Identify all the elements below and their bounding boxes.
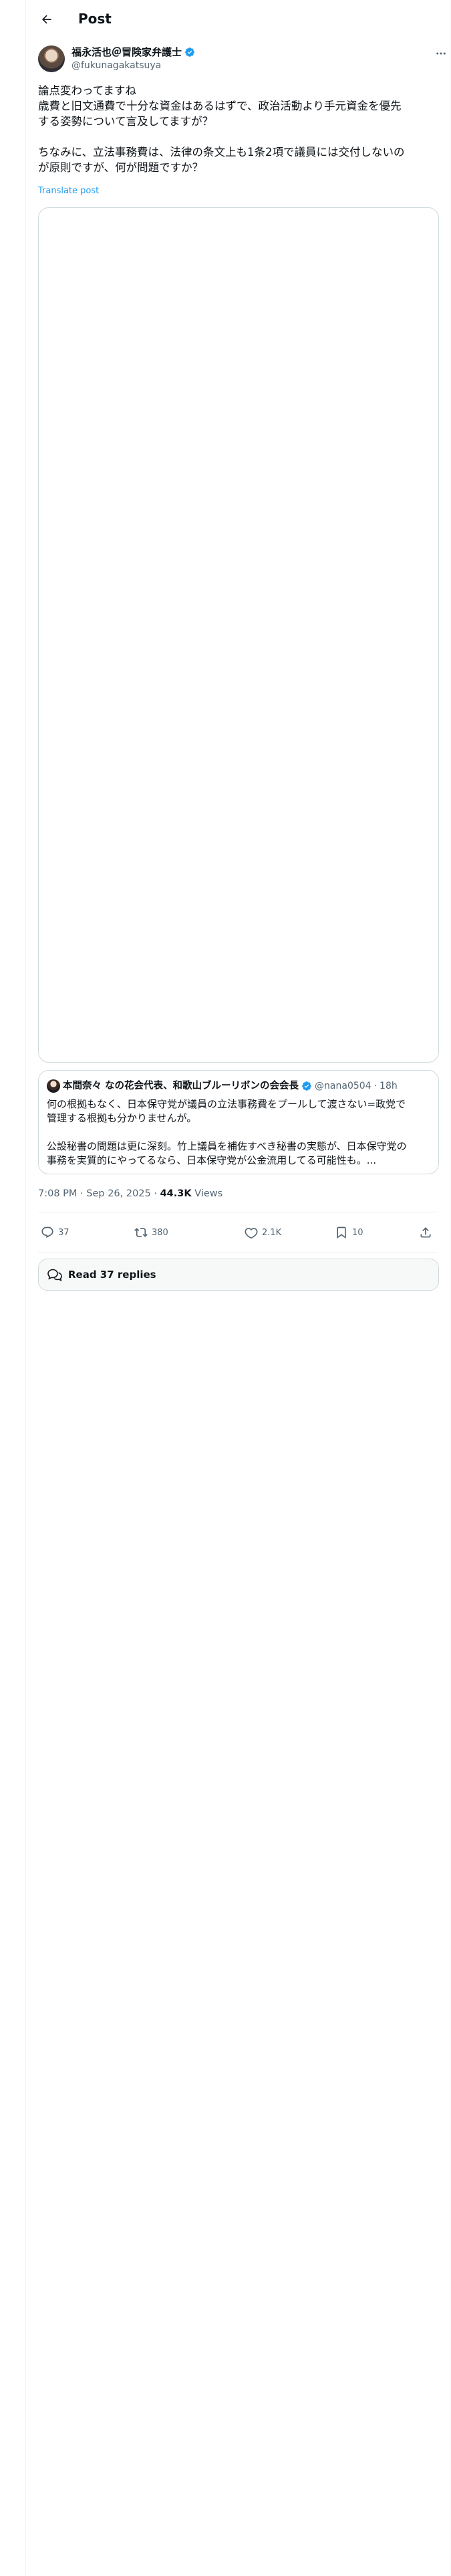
views-count: 44.3K: [160, 1188, 192, 1199]
reply-icon: [41, 1226, 53, 1239]
quoted-post-time: 18h: [380, 1081, 398, 1091]
quoted-text-line: 事務を実質的にやってるなら、日本保守党が公金流用してる可能性も。...: [47, 1154, 377, 1166]
bookmark-button[interactable]: 10: [335, 1221, 363, 1244]
quoted-text-line: 公設秘書の問題は更に深刻。竹上議員を補佐すべき秘書の実態が、日本保守党の: [47, 1140, 407, 1152]
quoted-author-avatar: [47, 1079, 60, 1093]
repost-button[interactable]: 380: [134, 1221, 168, 1244]
separator-dot: ·: [373, 1081, 378, 1091]
post-text: 論点変わってますね 歳費と旧文通費で十分な資金はあるはずで、政治活動より手元資金…: [38, 83, 439, 175]
author-name-row: 福永活也＠冒険家弁護士: [71, 45, 195, 59]
quoted-author-handle: @nana0504: [315, 1081, 371, 1091]
read-replies-button[interactable]: Read 37 replies: [38, 1259, 439, 1291]
post-text-line: が原則ですが、何が問題ですか？: [38, 161, 204, 174]
arrow-left-icon: [41, 15, 51, 24]
bookmark-icon: [337, 1226, 346, 1239]
repost-count: 380: [152, 1227, 168, 1238]
page-title: Post: [78, 11, 112, 27]
reply-button[interactable]: 37: [41, 1221, 69, 1244]
back-button[interactable]: [35, 8, 58, 31]
avatar[interactable]: [38, 45, 65, 72]
share-icon: [420, 1227, 431, 1238]
author-name[interactable]: 福永活也＠冒険家弁護士: [71, 45, 182, 59]
post-text-line: する姿勢について言及してますが？: [38, 115, 214, 128]
reply-count: 37: [58, 1227, 69, 1238]
read-replies-label: Read 37 replies: [68, 1269, 156, 1281]
post-author: 福永活也＠冒険家弁護士 @fukunagakatsuya: [38, 45, 446, 74]
post-media[interactable]: [38, 207, 439, 1063]
more-options-button[interactable]: [431, 45, 451, 62]
author-handle[interactable]: @fukunagakatsuya: [71, 60, 161, 72]
more-horizontal-icon: [436, 52, 446, 55]
quoted-author-name: 本間奈々 なの花会代表、和歌山ブルーリボンの会会長: [63, 1081, 299, 1091]
share-button[interactable]: [419, 1221, 432, 1244]
bookmark-count: 10: [352, 1227, 363, 1238]
like-button[interactable]: 2.1K: [245, 1221, 281, 1244]
views-label: Views: [191, 1188, 223, 1199]
heart-icon: [245, 1228, 258, 1239]
verified-badge-icon[interactable]: [184, 47, 195, 58]
primary-column: Post 福永活也＠冒険家弁護士 @fukunagakatsuya 論点変わって…: [26, 0, 450, 2576]
quoted-post-text: 何の根拠もなく、日本保守党が議員の立法事務費をプールして渡さない=政党で 管理す…: [47, 1097, 430, 1168]
post-timestamp[interactable]: 7:08 PM · Sep 26, 2025 ·: [38, 1188, 160, 1199]
post-text-line: 論点変わってますね: [38, 84, 136, 97]
post-text-line: 歳費と旧文通費で十分な資金はあるはずで、政治活動より手元資金を優先: [38, 100, 402, 112]
verified-badge-icon: [302, 1081, 311, 1091]
conversation-icon: [47, 1269, 62, 1281]
divider: [38, 1252, 438, 1253]
translate-post-link[interactable]: Translate post: [38, 185, 99, 197]
post-text-line: ちなみに、立法事務費は、法律の条文上も1条2項で議員には交付しないの: [38, 146, 405, 158]
quoted-post-header: 本間奈々 なの花会代表、和歌山ブルーリボンの会会長 @nana0504 · 18…: [47, 1079, 398, 1093]
like-count: 2.1K: [262, 1227, 282, 1238]
quoted-text-line: 何の根拠もなく、日本保守党が議員の立法事務費をプールして渡さない=政党で: [47, 1098, 406, 1110]
quoted-post[interactable]: 本間奈々 なの花会代表、和歌山ブルーリボンの会会長 @nana0504 · 18…: [38, 1070, 439, 1174]
quoted-text-line: 管理する根拠も分かりませんが。: [47, 1112, 197, 1124]
page: Post 福永活也＠冒険家弁護士 @fukunagakatsuya 論点変わって…: [0, 0, 451, 2576]
post-metadata: 7:08 PM · Sep 26, 2025 · 44.3K Views: [38, 1187, 222, 1200]
repost-icon: [134, 1228, 148, 1237]
action-bar: 37 380 2.1K 10: [38, 1221, 438, 1244]
page-header: Post: [26, 0, 450, 37]
